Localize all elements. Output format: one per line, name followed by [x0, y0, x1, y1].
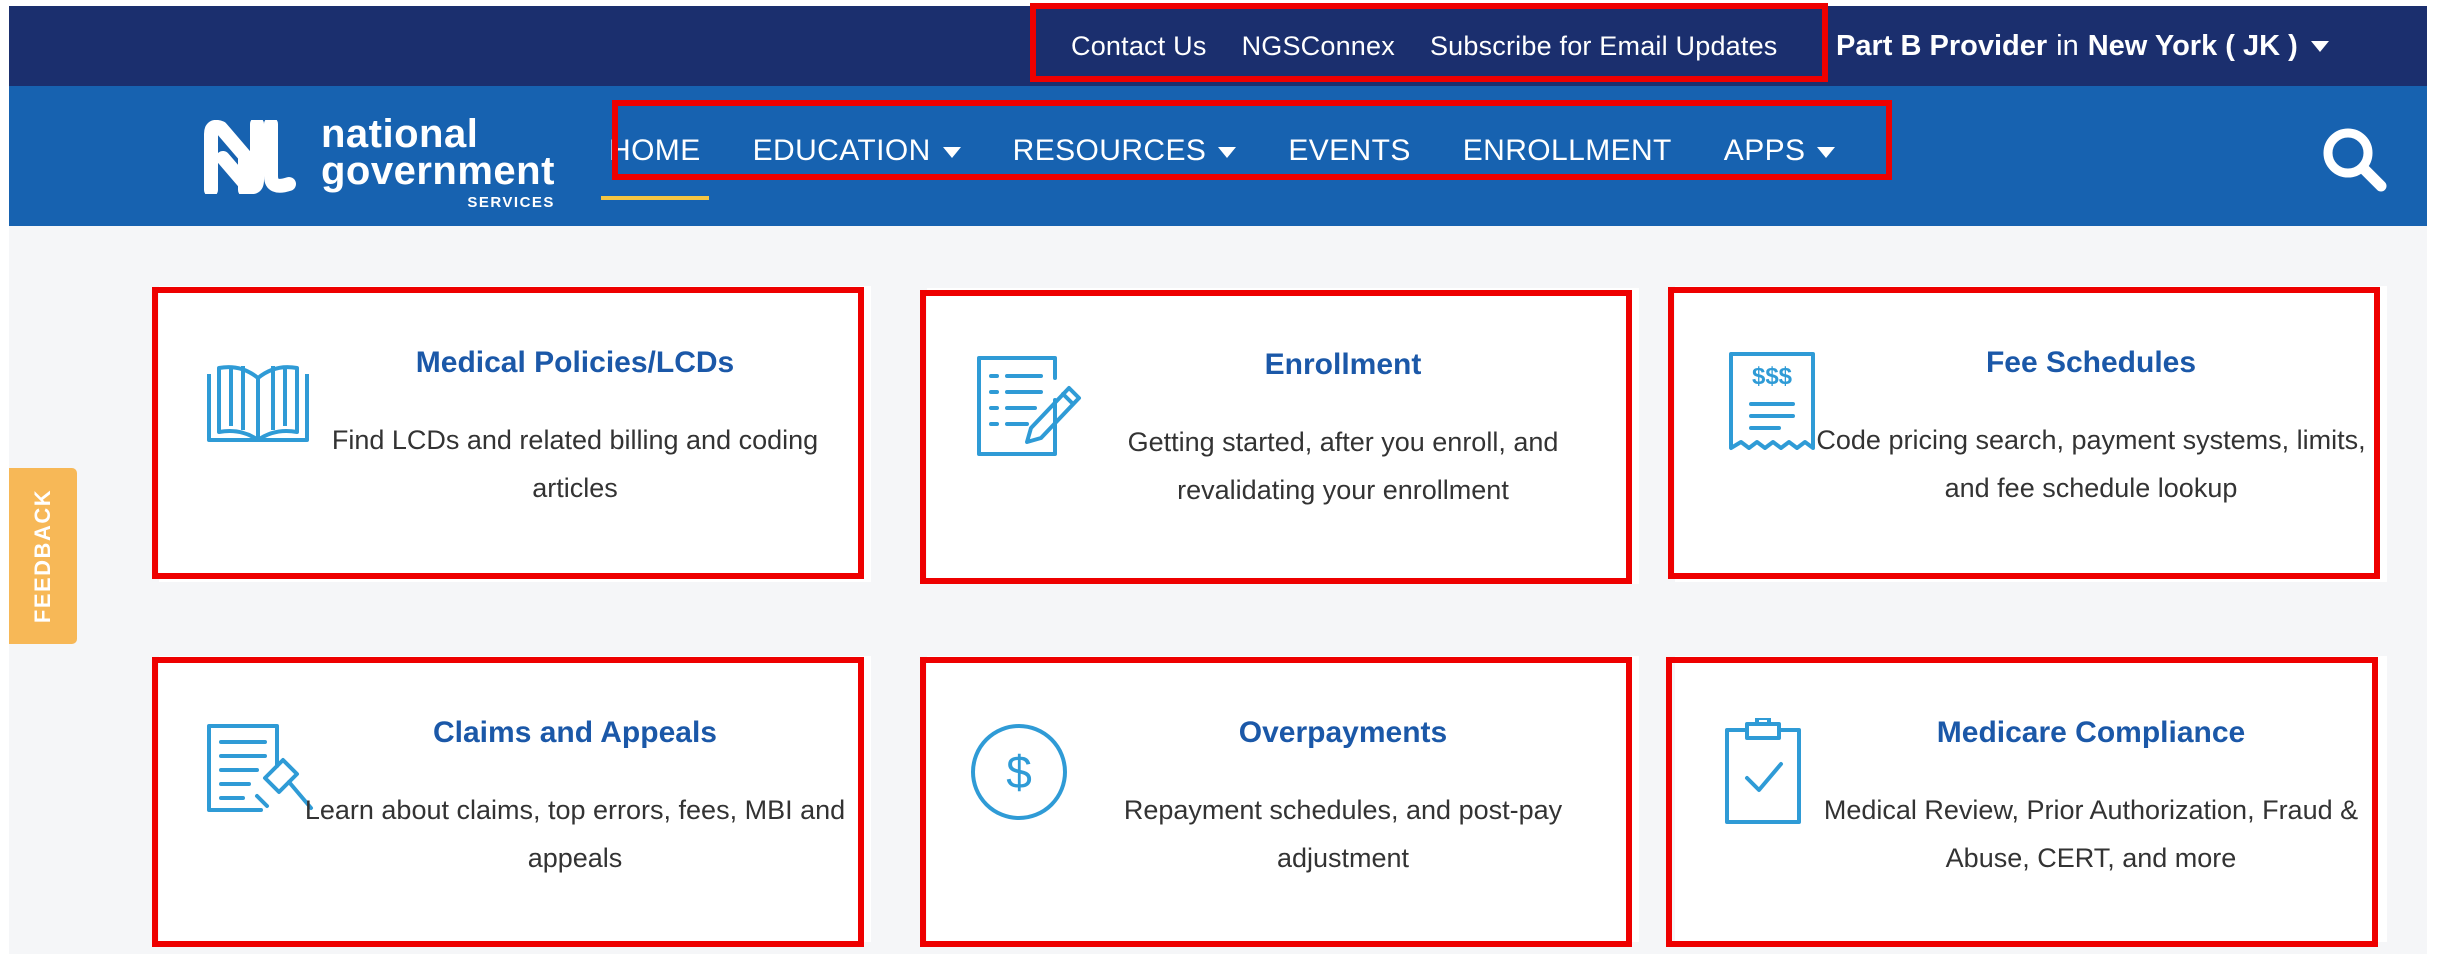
ngsconnex-link[interactable]: NGSConnex	[1242, 31, 1395, 62]
nav-enrollment[interactable]: ENROLLMENT	[1463, 134, 1672, 168]
provider-selector[interactable]: Part B Provider in New York ( JK )	[1836, 6, 2329, 86]
provider-region: New York ( JK )	[2087, 29, 2298, 62]
card-title: Overpayments	[1238, 716, 1448, 749]
svg-text:$: $	[1006, 746, 1032, 798]
nav-home-label: HOME	[609, 134, 701, 167]
card-title: Claims and Appeals	[433, 716, 717, 749]
nav-enrollment-label: ENROLLMENT	[1462, 134, 1672, 167]
chevron-down-icon	[2310, 40, 2329, 52]
main-navbar: national government SERVICES HOME EDUCAT…	[9, 86, 2427, 226]
nav-resources-label: RESOURCES	[1012, 134, 1207, 167]
card-description: Find LCDs and related billing and coding…	[331, 425, 819, 503]
search-button[interactable]	[2319, 124, 2389, 194]
card-title: Medicare Compliance	[1936, 716, 2246, 749]
card-medical-policies[interactable]: Medical Policies/LCDs Find LCDs and rela…	[159, 286, 871, 582]
utility-links: Contact Us NGSConnex Subscribe for Email…	[1031, 6, 1778, 86]
card-title: Fee Schedules	[1985, 346, 2197, 379]
logo-line-services: SERVICES	[467, 193, 555, 211]
nav-education-label: EDUCATION	[752, 134, 931, 167]
provider-in-text: in	[2056, 29, 2079, 62]
logo-line-national: national	[321, 112, 479, 156]
svg-text:$$$: $$$	[1752, 363, 1793, 390]
nav-resources[interactable]: RESOURCES	[1013, 134, 1237, 168]
card-title: Enrollment	[1264, 348, 1422, 381]
nav-home[interactable]: HOME	[601, 134, 709, 200]
card-description: Medical Review, Prior Authorization, Fra…	[1823, 795, 2359, 873]
ngs-logo[interactable]: national government SERVICES	[201, 112, 576, 211]
provider-role: Part B Provider	[1836, 29, 2048, 62]
nav-events[interactable]: EVENTS	[1288, 134, 1410, 168]
nav-apps[interactable]: APPS	[1724, 134, 1836, 168]
search-icon	[2323, 128, 2387, 192]
subscribe-email-link[interactable]: Subscribe for Email Updates	[1430, 31, 1778, 62]
card-claims-appeals[interactable]: Claims and Appeals Learn about claims, t…	[159, 656, 871, 942]
primary-nav: HOME EDUCATION RESOURCES EVENTS ENROLLME…	[601, 106, 1887, 200]
feedback-label: FEEDBACK	[30, 488, 56, 624]
card-description: Code pricing search, payment systems, li…	[1816, 425, 2366, 503]
ngs-logo-mark-icon	[204, 120, 296, 194]
card-enrollment[interactable]: Enrollment Getting started, after you en…	[927, 288, 1639, 584]
feedback-tab[interactable]: FEEDBACK	[9, 468, 77, 644]
card-title: Medical Policies/LCDs	[415, 346, 735, 379]
chevron-down-icon	[1817, 146, 1836, 158]
utility-bar: Contact Us NGSConnex Subscribe for Email…	[9, 6, 2427, 86]
card-description: Learn about claims, top errors, fees, MB…	[304, 795, 846, 873]
card-description: Getting started, after you enroll, and r…	[1127, 427, 1559, 505]
card-overpayments[interactable]: $ Overpayments Repayment schedules, and …	[927, 656, 1639, 942]
contact-us-link[interactable]: Contact Us	[1071, 31, 1207, 62]
logo-wordmark: national government SERVICES	[321, 112, 555, 211]
card-description: Repayment schedules, and post-pay adjust…	[1123, 795, 1563, 873]
chevron-down-icon	[942, 146, 961, 158]
page-frame: Contact Us NGSConnex Subscribe for Email…	[9, 6, 2427, 954]
card-fee-schedules[interactable]: $$$ Fee Schedules Code pricing search, p…	[1675, 286, 2387, 582]
nav-events-label: EVENTS	[1288, 134, 1411, 167]
nav-apps-label: APPS	[1723, 134, 1806, 167]
chevron-down-icon	[1218, 146, 1237, 158]
nav-education[interactable]: EDUCATION	[753, 134, 961, 168]
logo-line-government: government	[321, 148, 555, 193]
card-medicare-compliance[interactable]: Medicare Compliance Medical Review, Prio…	[1675, 656, 2387, 942]
